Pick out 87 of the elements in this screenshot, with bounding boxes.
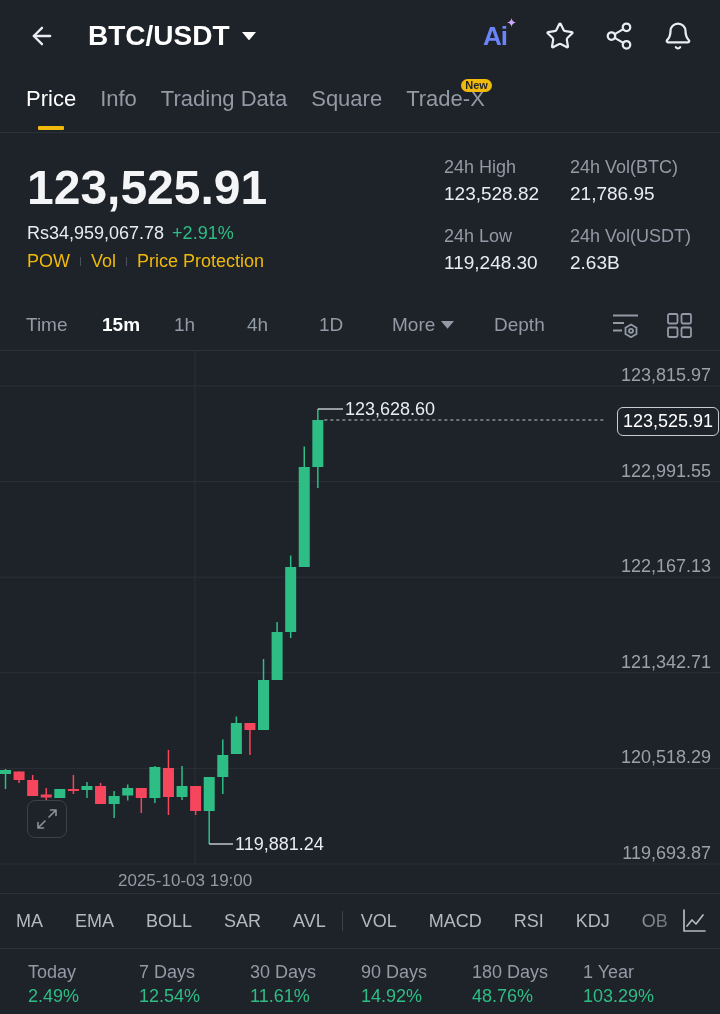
axis-label: 123,815.97 (620, 365, 711, 385)
candlestick (108, 791, 120, 818)
chart-settings-icon (612, 312, 639, 338)
grid-icon (667, 312, 692, 338)
indicator-tab[interactable]: BOLL (146, 910, 193, 932)
period-change: 103.29% (583, 985, 655, 1007)
stat-label: 24h Vol(BTC) (570, 156, 679, 178)
axis-label: 122,167.13 (620, 556, 711, 577)
period-change: 11.61% (250, 985, 310, 1007)
expand-button[interactable] (27, 800, 67, 838)
stat-value: 21,786.95 (570, 183, 655, 205)
indicator-tab[interactable]: RSI (513, 910, 544, 932)
candlestick (13, 771, 25, 783)
tab[interactable]: Price (26, 72, 77, 132)
candlestick (95, 783, 107, 804)
candlestick (81, 782, 93, 798)
more-dropdown[interactable]: More (392, 313, 455, 337)
indicator-tab[interactable]: AVL (293, 910, 326, 932)
period-label: 180 Days (472, 961, 549, 983)
expand-icon (36, 808, 58, 830)
caret-icon (441, 321, 455, 329)
interval-tab[interactable]: Depth (494, 313, 545, 337)
chart-settings-button[interactable] (612, 312, 639, 338)
tab[interactable]: Square (311, 72, 383, 132)
share-icon (604, 21, 634, 51)
price-change: +2.91% (172, 222, 234, 244)
candlestick (0, 769, 11, 789)
period-change: 14.92% (361, 985, 423, 1007)
period-change: 48.76% (472, 985, 534, 1007)
period-label: 90 Days (361, 961, 428, 983)
axis-label: 120,518.29 (620, 747, 711, 768)
period-label: 30 Days (250, 961, 317, 983)
favorite-button[interactable] (545, 21, 575, 51)
sparkle-icon (507, 18, 516, 27)
indicator-tab[interactable]: OB (641, 910, 668, 932)
period-label: 7 Days (139, 961, 196, 983)
time-label: 2025-10-03 19:00 (118, 871, 253, 891)
indicator-tab[interactable]: SAR (224, 910, 262, 932)
layout-button[interactable] (667, 312, 692, 338)
leader-line (208, 843, 234, 845)
interval-tab[interactable]: 4h (247, 313, 269, 337)
category-link[interactable]: POW (27, 250, 70, 272)
candlestick (258, 659, 269, 730)
tab[interactable]: Info (100, 72, 137, 132)
interval-tab[interactable]: 1h (174, 313, 196, 337)
period-label: 1 Year (583, 961, 635, 983)
leader-line (317, 408, 344, 410)
indicator-tab[interactable]: MACD (428, 910, 482, 932)
candlestick (271, 622, 283, 680)
stat-label: 24h High (444, 156, 517, 178)
low-price-label: 119,881.24 (235, 834, 324, 854)
pair-selector[interactable]: BTC/USDT (88, 19, 256, 53)
indicator-tab[interactable]: VOL (360, 910, 397, 932)
share-button[interactable] (604, 21, 634, 51)
ai-assistant-button[interactable]: Ai (483, 21, 516, 51)
axis-label: 122,991.55 (620, 460, 711, 481)
candlestick (244, 723, 256, 755)
period-change: 2.49% (28, 985, 80, 1007)
stat-value: 2.63B (570, 252, 620, 274)
star-icon (545, 21, 575, 51)
stat-label: 24h Vol(USDT) (570, 225, 692, 247)
last-price-tag: 123,525.91 (616, 407, 719, 436)
bell-icon (663, 21, 693, 51)
fiat-price: Rs34,959,067.78 (27, 222, 165, 244)
candlestick (176, 766, 188, 800)
indicator-tab[interactable]: MA (16, 910, 43, 932)
tab[interactable]: Trading Data (160, 72, 288, 132)
interval-tab[interactable]: 1D (319, 313, 344, 337)
stat-value: 119,248.30 (444, 252, 538, 274)
notifications-button[interactable] (663, 21, 693, 51)
line-chart-icon (682, 909, 706, 933)
category-link[interactable]: Vol (91, 250, 117, 272)
interval-tab[interactable]: 15m (102, 313, 141, 337)
interval-tab[interactable]: Time (26, 313, 68, 337)
indicator-tab[interactable]: KDJ (575, 910, 610, 932)
caret-icon (241, 31, 256, 41)
stat-value: 123,528.82 (444, 183, 540, 205)
axis-label: 121,342.71 (620, 651, 711, 672)
category-link[interactable]: Price Protection (137, 250, 265, 272)
period-label: Today (28, 961, 77, 983)
period-change: 12.54% (139, 985, 201, 1007)
last-price: 123,525.91 (27, 160, 268, 216)
stat-label: 24h Low (444, 225, 513, 247)
indicator-tab[interactable]: EMA (75, 910, 114, 932)
axis-label: 119,693.87 (622, 843, 711, 863)
high-price-label: 123,628.60 (345, 399, 436, 419)
new-badge: New (461, 79, 492, 92)
